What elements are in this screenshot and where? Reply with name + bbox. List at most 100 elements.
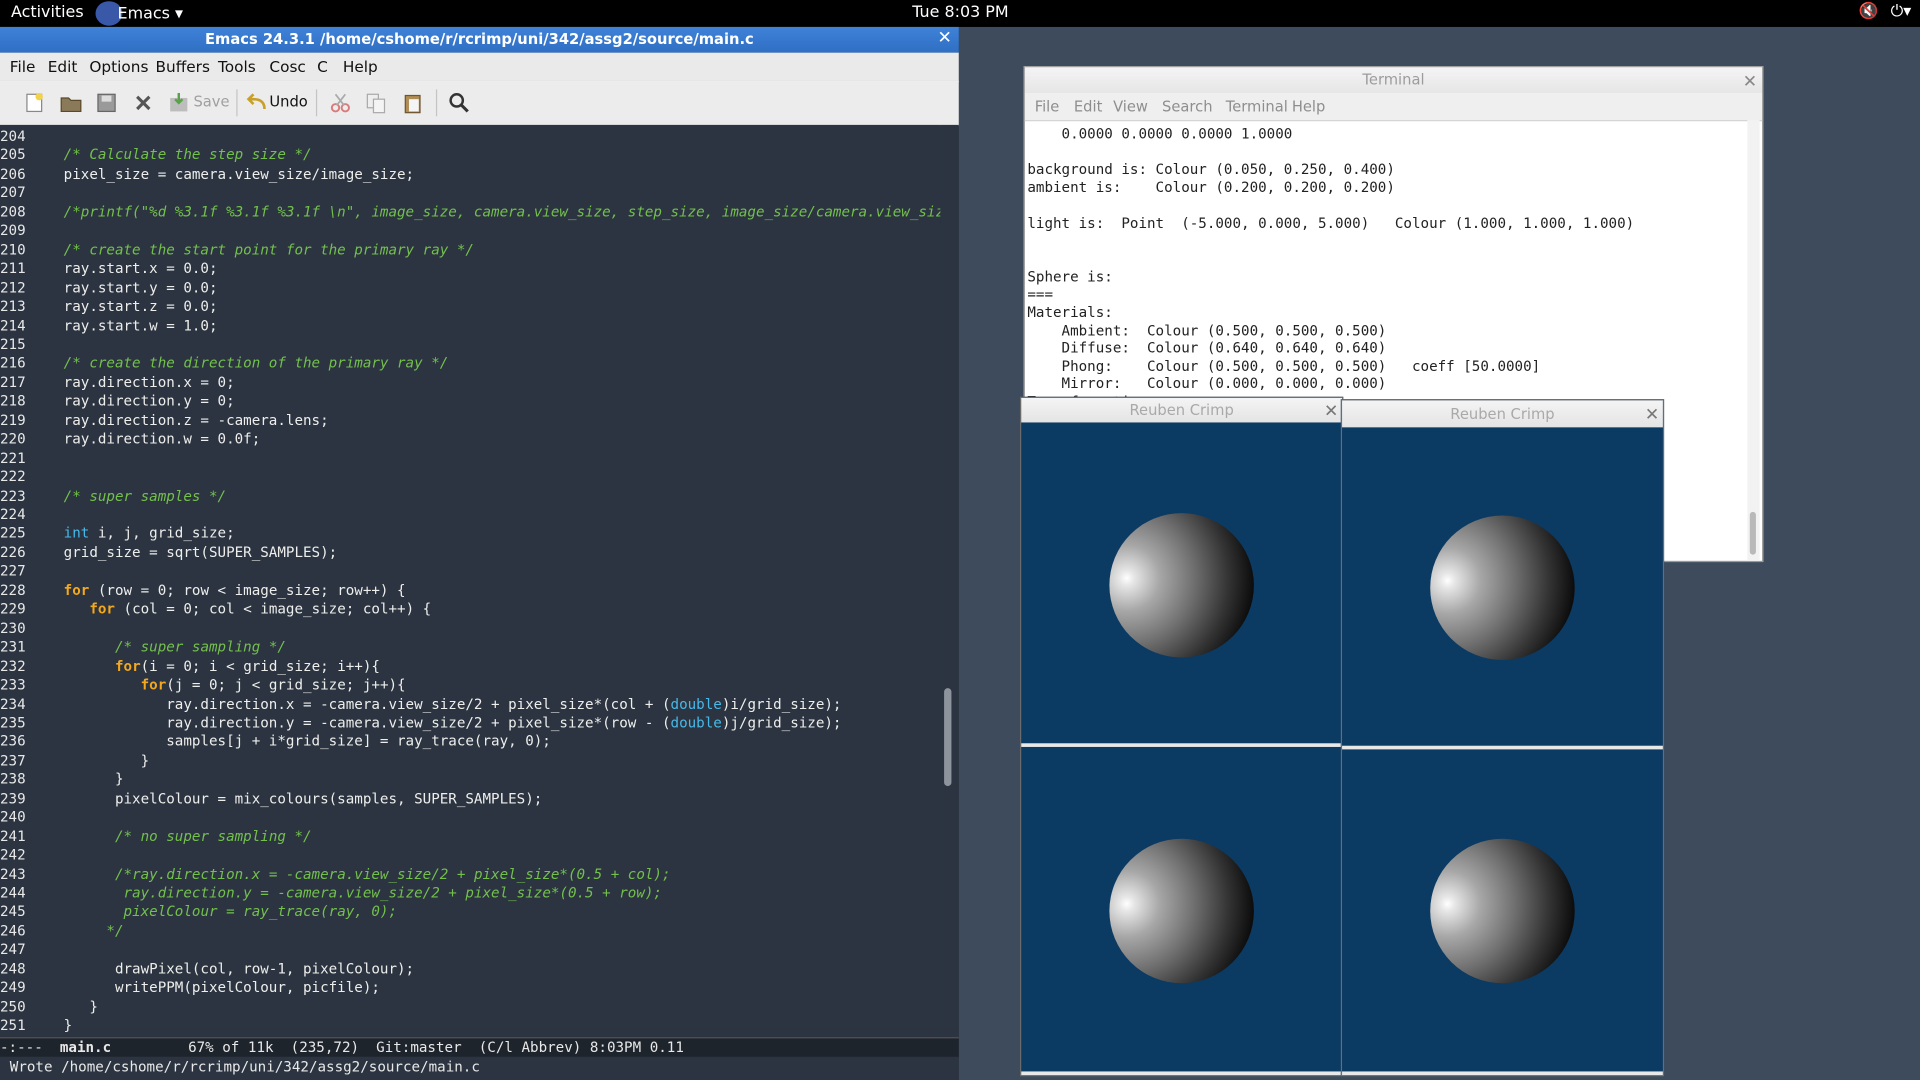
code-line[interactable]: 250 } (0, 998, 98, 1016)
code-line[interactable]: 207 (0, 184, 32, 202)
render-titlebar[interactable]: Reuben Crimp ✕ (1021, 397, 1343, 423)
code-line[interactable]: 243 /*ray.direction.x = -camera.view_siz… (0, 865, 671, 883)
activities-button[interactable]: Activities (11, 4, 84, 22)
code-line[interactable]: 220 ray.direction.w = 0.0f; (0, 430, 260, 448)
system-tray[interactable]: 🔇 ⏻▾ (1859, 2, 1912, 20)
code-line[interactable]: 241 /* no super sampling */ (0, 827, 312, 845)
code-line[interactable]: 206 pixel_size = camera.view_size/image_s… (0, 165, 414, 183)
code-line[interactable]: 247 (0, 941, 32, 959)
save-button[interactable]: Save (193, 93, 229, 110)
code-line[interactable]: 235 ray.direction.y = -camera.view_size/… (0, 714, 841, 732)
term-menu-search[interactable]: Search (1162, 98, 1212, 115)
code-line[interactable]: 249 writePPM(pixelColour, picfile); (0, 979, 380, 997)
code-line[interactable]: 240 (0, 808, 32, 826)
code-line[interactable]: 251} (0, 1017, 72, 1035)
save-disk-icon[interactable] (96, 92, 118, 114)
code-line[interactable]: 212 ray.start.y = 0.0; (0, 279, 218, 297)
undo-button[interactable]: Undo (269, 93, 307, 110)
code-line[interactable]: 209 (0, 222, 32, 240)
scrollbar-thumb[interactable] (944, 688, 952, 787)
close-icon[interactable]: ✕ (1645, 402, 1659, 429)
modeline-buffer-name[interactable]: main.c (60, 1038, 111, 1055)
code-line[interactable]: 230 (0, 619, 32, 637)
editor-scrollbar[interactable] (940, 124, 959, 1038)
close-icon[interactable]: ✕ (936, 29, 954, 47)
code-line[interactable]: 228 for (row = 0; row < image_size; row++… (0, 581, 406, 599)
modeline-mode[interactable]: (C/l Abbrev) (479, 1038, 582, 1055)
menu-edit[interactable]: Edit (48, 58, 78, 76)
volume-icon[interactable]: 🔇 (1859, 2, 1879, 20)
search-icon[interactable] (448, 92, 470, 114)
code-line[interactable]: 218 ray.direction.y = 0; (0, 392, 235, 410)
code-line[interactable]: 215 (0, 335, 32, 353)
code-line[interactable]: 244 ray.direction.y = -camera.view_size/… (0, 884, 662, 902)
save-icon[interactable] (168, 92, 190, 114)
menu-cosc[interactable]: Cosc (269, 58, 305, 76)
code-line[interactable]: 239 pixelColour = mix_colours(samples, S… (0, 789, 542, 807)
code-line[interactable]: 221 (0, 449, 32, 467)
code-editor[interactable]: 204 205 /* Calculate the step size */ 206 pi… (0, 124, 941, 1038)
code-line[interactable]: 211 ray.start.x = 0.0; (0, 260, 218, 278)
code-line[interactable]: 232 for(i = 0; i < grid_size; i++){ (0, 657, 380, 675)
term-menu-terminal[interactable]: Terminal (1226, 98, 1288, 115)
code-line[interactable]: 224 (0, 506, 32, 524)
code-line[interactable]: 236 samples[j + i*grid_size] = ray_trace… (0, 733, 551, 751)
menu-file[interactable]: File (10, 58, 36, 76)
new-file-icon[interactable] (23, 92, 45, 114)
code-line[interactable]: 225 int i, j, grid_size; (0, 525, 235, 543)
code-line[interactable]: 216 /* create the direction of the primar… (0, 354, 448, 372)
term-menu-help[interactable]: Help (1292, 98, 1326, 115)
copy-icon[interactable] (365, 92, 387, 114)
code-line[interactable]: 231 /* super sampling */ (0, 638, 286, 656)
code-line[interactable]: 238 } (0, 771, 124, 789)
close-buffer-icon[interactable] (132, 92, 154, 114)
menu-c[interactable]: C (317, 58, 328, 76)
code-line[interactable]: 222 (0, 468, 32, 486)
app-menu[interactable]: Emacs ▾ (95, 1, 183, 26)
terminal-titlebar[interactable]: Terminal ✕ (1024, 67, 1763, 96)
menu-tools[interactable]: Tools (218, 58, 256, 76)
modeline-status: -:--- (0, 1038, 43, 1056)
open-folder-icon[interactable] (60, 92, 82, 114)
close-icon[interactable]: ✕ (1324, 399, 1338, 423)
code-line[interactable]: 208 /*printf("%d %3.1f %3.1f %3.1f \n", i… (0, 203, 940, 221)
menu-buffers[interactable]: Buffers (156, 58, 210, 76)
minibuffer[interactable]: Wrote /home/cshome/r/rcrimp/uni/342/assg… (0, 1056, 959, 1080)
term-menu-file[interactable]: File (1035, 98, 1060, 115)
code-line[interactable]: 242 (0, 846, 32, 864)
code-line[interactable]: 233 for(j = 0; j < grid_size; j++){ (0, 676, 406, 694)
term-menu-view[interactable]: View (1113, 98, 1148, 115)
code-line[interactable]: 214 ray.start.w = 1.0; (0, 317, 218, 335)
code-line[interactable]: 237 } (0, 752, 149, 770)
code-line[interactable]: 204 (0, 127, 32, 145)
undo-icon[interactable] (246, 92, 268, 114)
terminal-scrollbar[interactable] (1747, 120, 1760, 561)
render-titlebar[interactable]: Reuben Crimp ✕ (1342, 400, 1663, 429)
code-line[interactable]: 223 /* super samples */ (0, 487, 226, 505)
code-line[interactable]: 248 drawPixel(col, row-1, pixelColour); (0, 960, 414, 978)
code-line[interactable]: 246 */ (0, 922, 124, 940)
term-menu-edit[interactable]: Edit (1074, 98, 1102, 115)
menu-help[interactable]: Help (343, 58, 378, 76)
paste-icon[interactable] (402, 92, 424, 114)
terminal-line: Mirror: Colour (0.000, 0.000, 0.000) (1027, 375, 1387, 393)
code-line[interactable]: 213 ray.start.z = 0.0; (0, 298, 218, 316)
code-line[interactable]: 229 for (col = 0; col < image_size; col+… (0, 600, 431, 618)
code-line[interactable]: 219 ray.direction.z = -camera.lens; (0, 411, 329, 429)
emacs-titlebar[interactable]: Emacs 24.3.1 /home/cshome/r/rcrimp/uni/3… (0, 26, 959, 53)
close-icon[interactable]: ✕ (1743, 70, 1757, 96)
code-line[interactable]: 210 /* create the start point for the pri… (0, 241, 474, 259)
code-line[interactable]: 245 pixelColour = ray_trace(ray, 0); (0, 903, 397, 921)
code-line[interactable]: 217 ray.direction.x = 0; (0, 373, 235, 391)
code-line[interactable]: 226 grid_size = sqrt(SUPER_SAMPLES); (0, 544, 337, 562)
scrollbar-thumb[interactable] (1749, 511, 1756, 555)
code-line[interactable]: 234 ray.direction.x = -camera.view_size/… (0, 695, 841, 713)
toolbar-separator (315, 89, 318, 117)
cut-icon[interactable] (329, 92, 351, 114)
power-icon[interactable]: ⏻▾ (1891, 2, 1912, 20)
code-line[interactable]: 227 (0, 562, 32, 580)
menu-options[interactable]: Options (89, 58, 148, 76)
clock[interactable]: Tue 8:03 PM (912, 4, 1008, 22)
code-line[interactable]: 205 /* Calculate the step size */ (0, 146, 312, 164)
modeline-vcs[interactable]: Git:master (376, 1038, 461, 1055)
